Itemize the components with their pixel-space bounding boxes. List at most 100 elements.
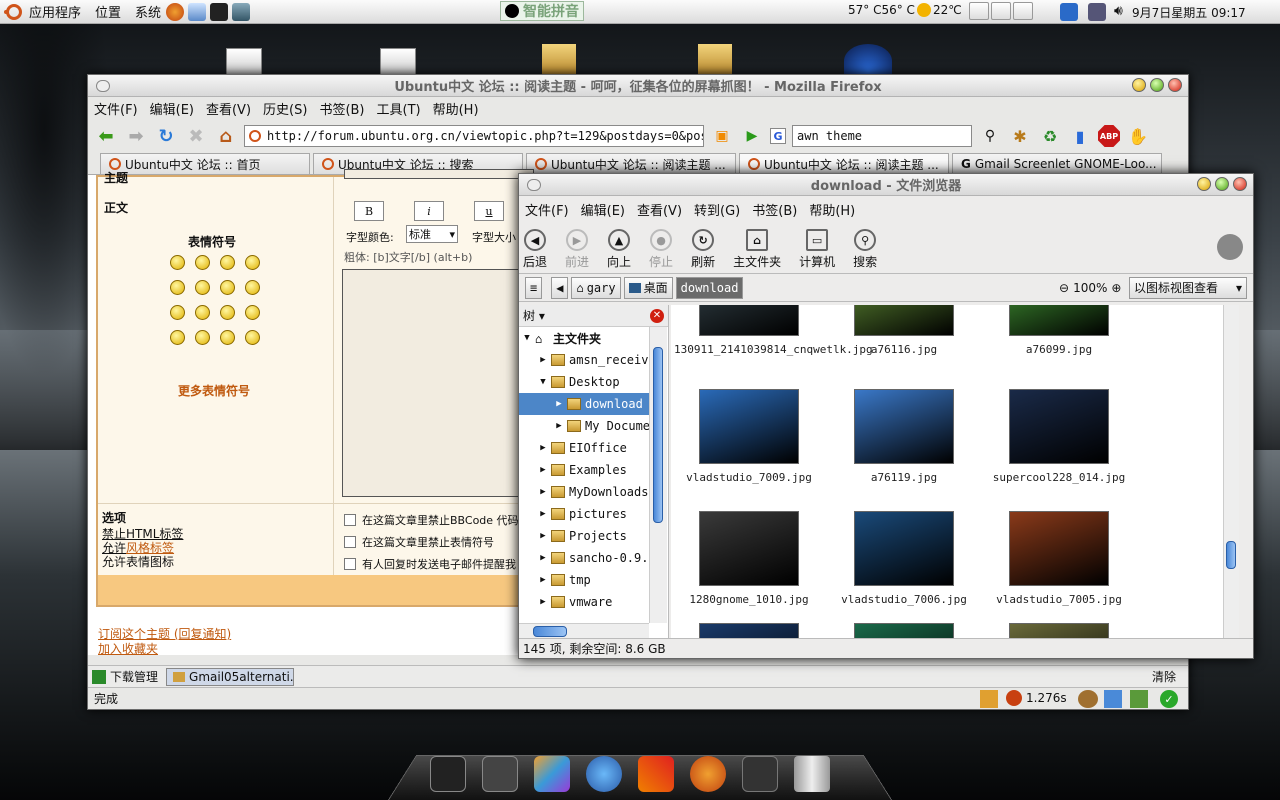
addon-icon[interactable] <box>1104 690 1122 708</box>
desktop-icon-drive[interactable] <box>226 48 262 76</box>
emoticon-icon[interactable] <box>195 305 210 320</box>
emoticon-icon[interactable] <box>245 280 260 295</box>
menu-history[interactable]: 历史(S) <box>263 99 307 118</box>
tree-item[interactable]: ▶ tmp <box>519 569 649 591</box>
check-icon[interactable]: ✓ <box>1160 690 1178 708</box>
recycle-icon[interactable]: ♻ <box>1038 124 1062 148</box>
file-name[interactable]: 1280gnome_1010.jpg <box>674 593 824 607</box>
expander-icon[interactable]: ▶ <box>537 355 549 365</box>
menu-edit[interactable]: 编辑(E) <box>150 99 194 118</box>
emoticon-icon[interactable] <box>245 255 260 270</box>
back-arrow-icon[interactable]: ⬅ <box>94 124 118 148</box>
file-browser-titlebar[interactable]: download - 文件浏览器 <box>519 174 1253 196</box>
menu-bookmarks[interactable]: 书签(B) <box>752 200 797 219</box>
emoticon-icon[interactable] <box>195 280 210 295</box>
home-icon[interactable]: ⌂ <box>214 124 238 148</box>
go-icon[interactable]: ▶ <box>740 124 764 148</box>
root-terminal-icon[interactable] <box>482 756 518 792</box>
menu-view[interactable]: 查看(V) <box>206 99 251 118</box>
sidebar-hscrollbar[interactable] <box>519 623 649 639</box>
bookmark-sidebar-icon[interactable]: ▮ <box>1068 124 1092 148</box>
recycle-status-icon[interactable] <box>1130 690 1148 708</box>
stop-button[interactable]: ● 停止 <box>649 229 673 273</box>
tree-item[interactable]: ▶ Projects <box>519 525 649 547</box>
sidebar-type-select[interactable]: 树 ▾ <box>523 307 545 324</box>
tree-item[interactable]: ▶ amsn_receiv <box>519 349 649 371</box>
file-thumbnail[interactable] <box>854 305 954 336</box>
notes-icon[interactable] <box>980 690 998 708</box>
file-thumbnail[interactable] <box>699 305 799 336</box>
underline-button[interactable]: u <box>474 201 504 221</box>
file-name[interactable]: vladstudio_7005.jpg <box>984 593 1134 607</box>
reload-icon[interactable]: ↻ <box>154 124 178 148</box>
downloads-label[interactable]: 下载管理 <box>110 668 158 685</box>
file-name[interactable]: vladstudio_7009.jpg <box>674 471 824 485</box>
terminal-icon[interactable] <box>430 756 466 792</box>
emoticon-icon[interactable] <box>170 255 185 270</box>
places-menu[interactable]: 位置 <box>92 1 124 23</box>
desktop-icon-folder[interactable] <box>542 44 576 76</box>
more-emoticons-link[interactable]: 更多表情符号 <box>178 382 250 399</box>
window-menu-icon[interactable] <box>527 179 541 191</box>
clock[interactable]: 9月7日星期五 09:17 <box>1132 4 1246 21</box>
toggle-location-icon[interactable]: ≡ <box>525 277 542 299</box>
file-name[interactable]: 130911_2141039814_cnqwetlk.jpg <box>674 343 824 357</box>
expander-icon[interactable]: ▶ <box>553 399 565 409</box>
tree-item[interactable]: ▶ My Docume <box>519 415 649 437</box>
file-thumbnail[interactable] <box>854 389 954 464</box>
workspace-2[interactable] <box>991 2 1011 20</box>
chat-icon[interactable] <box>638 756 674 792</box>
bug-icon[interactable]: ✱ <box>1008 124 1032 148</box>
expander-icon[interactable]: ▶ <box>537 575 549 585</box>
workspace-1[interactable] <box>969 2 989 20</box>
file-name[interactable]: vladstudio_7006.jpg <box>829 593 979 607</box>
font-color-select[interactable]: 标准 ▾ <box>406 225 458 243</box>
file-thumbnail[interactable] <box>699 623 799 639</box>
tab-read-topic-2[interactable]: Ubuntu中文 论坛 :: 阅读主题 ... <box>739 153 949 174</box>
emoticon-icon[interactable] <box>220 330 235 345</box>
file-thumbnail[interactable] <box>1009 623 1109 639</box>
menu-edit[interactable]: 编辑(E) <box>581 200 625 219</box>
expander-icon[interactable]: ▶ <box>537 531 549 541</box>
emoticon-icon[interactable] <box>195 330 210 345</box>
home-button[interactable]: ⌂ 主文件夹 <box>733 229 781 273</box>
message-textarea[interactable] <box>342 269 532 497</box>
workspace-switcher[interactable] <box>968 2 1034 20</box>
tab-gmail-screenlet[interactable]: G Gmail Screenlet GNOME-Loo... <box>952 153 1162 174</box>
expander-icon[interactable]: ▶ <box>537 487 549 497</box>
search-button[interactable]: ⚲ 搜索 <box>853 229 877 273</box>
sidebar-scroll-thumb[interactable] <box>653 347 663 523</box>
workspace-3[interactable] <box>1013 2 1033 20</box>
stop-icon[interactable]: ✖ <box>184 124 208 148</box>
emoticon-icon[interactable] <box>245 330 260 345</box>
volume-icon[interactable]: 🔊︎ <box>1114 3 1123 21</box>
minimize-button[interactable] <box>1197 177 1211 191</box>
expander-icon[interactable]: ▶ <box>537 443 549 453</box>
google-engine-icon[interactable]: G <box>770 128 786 144</box>
menu-file[interactable]: 文件(F) <box>94 99 138 118</box>
disable-smilies-checkbox[interactable] <box>344 536 356 548</box>
maximize-button[interactable] <box>1150 78 1164 92</box>
firebug-icon[interactable] <box>1078 690 1098 708</box>
close-button[interactable] <box>1168 78 1182 92</box>
bookmark-link[interactable]: 加入收藏夹 <box>98 640 158 657</box>
art-icon[interactable] <box>534 756 570 792</box>
weather-readout[interactable]: 22℃ <box>933 3 962 17</box>
applications-menu[interactable]: 应用程序 <box>26 1 84 23</box>
display-launcher-icon[interactable] <box>232 3 250 21</box>
messenger-icon[interactable] <box>586 756 622 792</box>
expander-icon[interactable]: ▼ <box>521 333 533 343</box>
network-icon[interactable] <box>1088 3 1106 21</box>
file-name[interactable]: a76119.jpg <box>829 471 979 485</box>
crumb-gary[interactable]: ⌂ gary <box>571 277 620 299</box>
file-name[interactable]: a76099.jpg <box>984 343 1134 357</box>
zoom-in-icon[interactable]: ⊕ <box>1111 281 1121 295</box>
tree-item[interactable]: ▶ Examples <box>519 459 649 481</box>
tree-item[interactable]: ▼ ⌂ 主文件夹 <box>519 327 649 349</box>
tree-item[interactable]: ▶ sancho-0.9. <box>519 547 649 569</box>
sidebar-hscroll-thumb[interactable] <box>533 626 567 637</box>
emoticon-icon[interactable] <box>170 280 185 295</box>
crumb-download[interactable]: download <box>676 277 744 299</box>
tree-item[interactable]: ▶ EIOffice <box>519 437 649 459</box>
expander-icon[interactable]: ▶ <box>553 421 565 431</box>
